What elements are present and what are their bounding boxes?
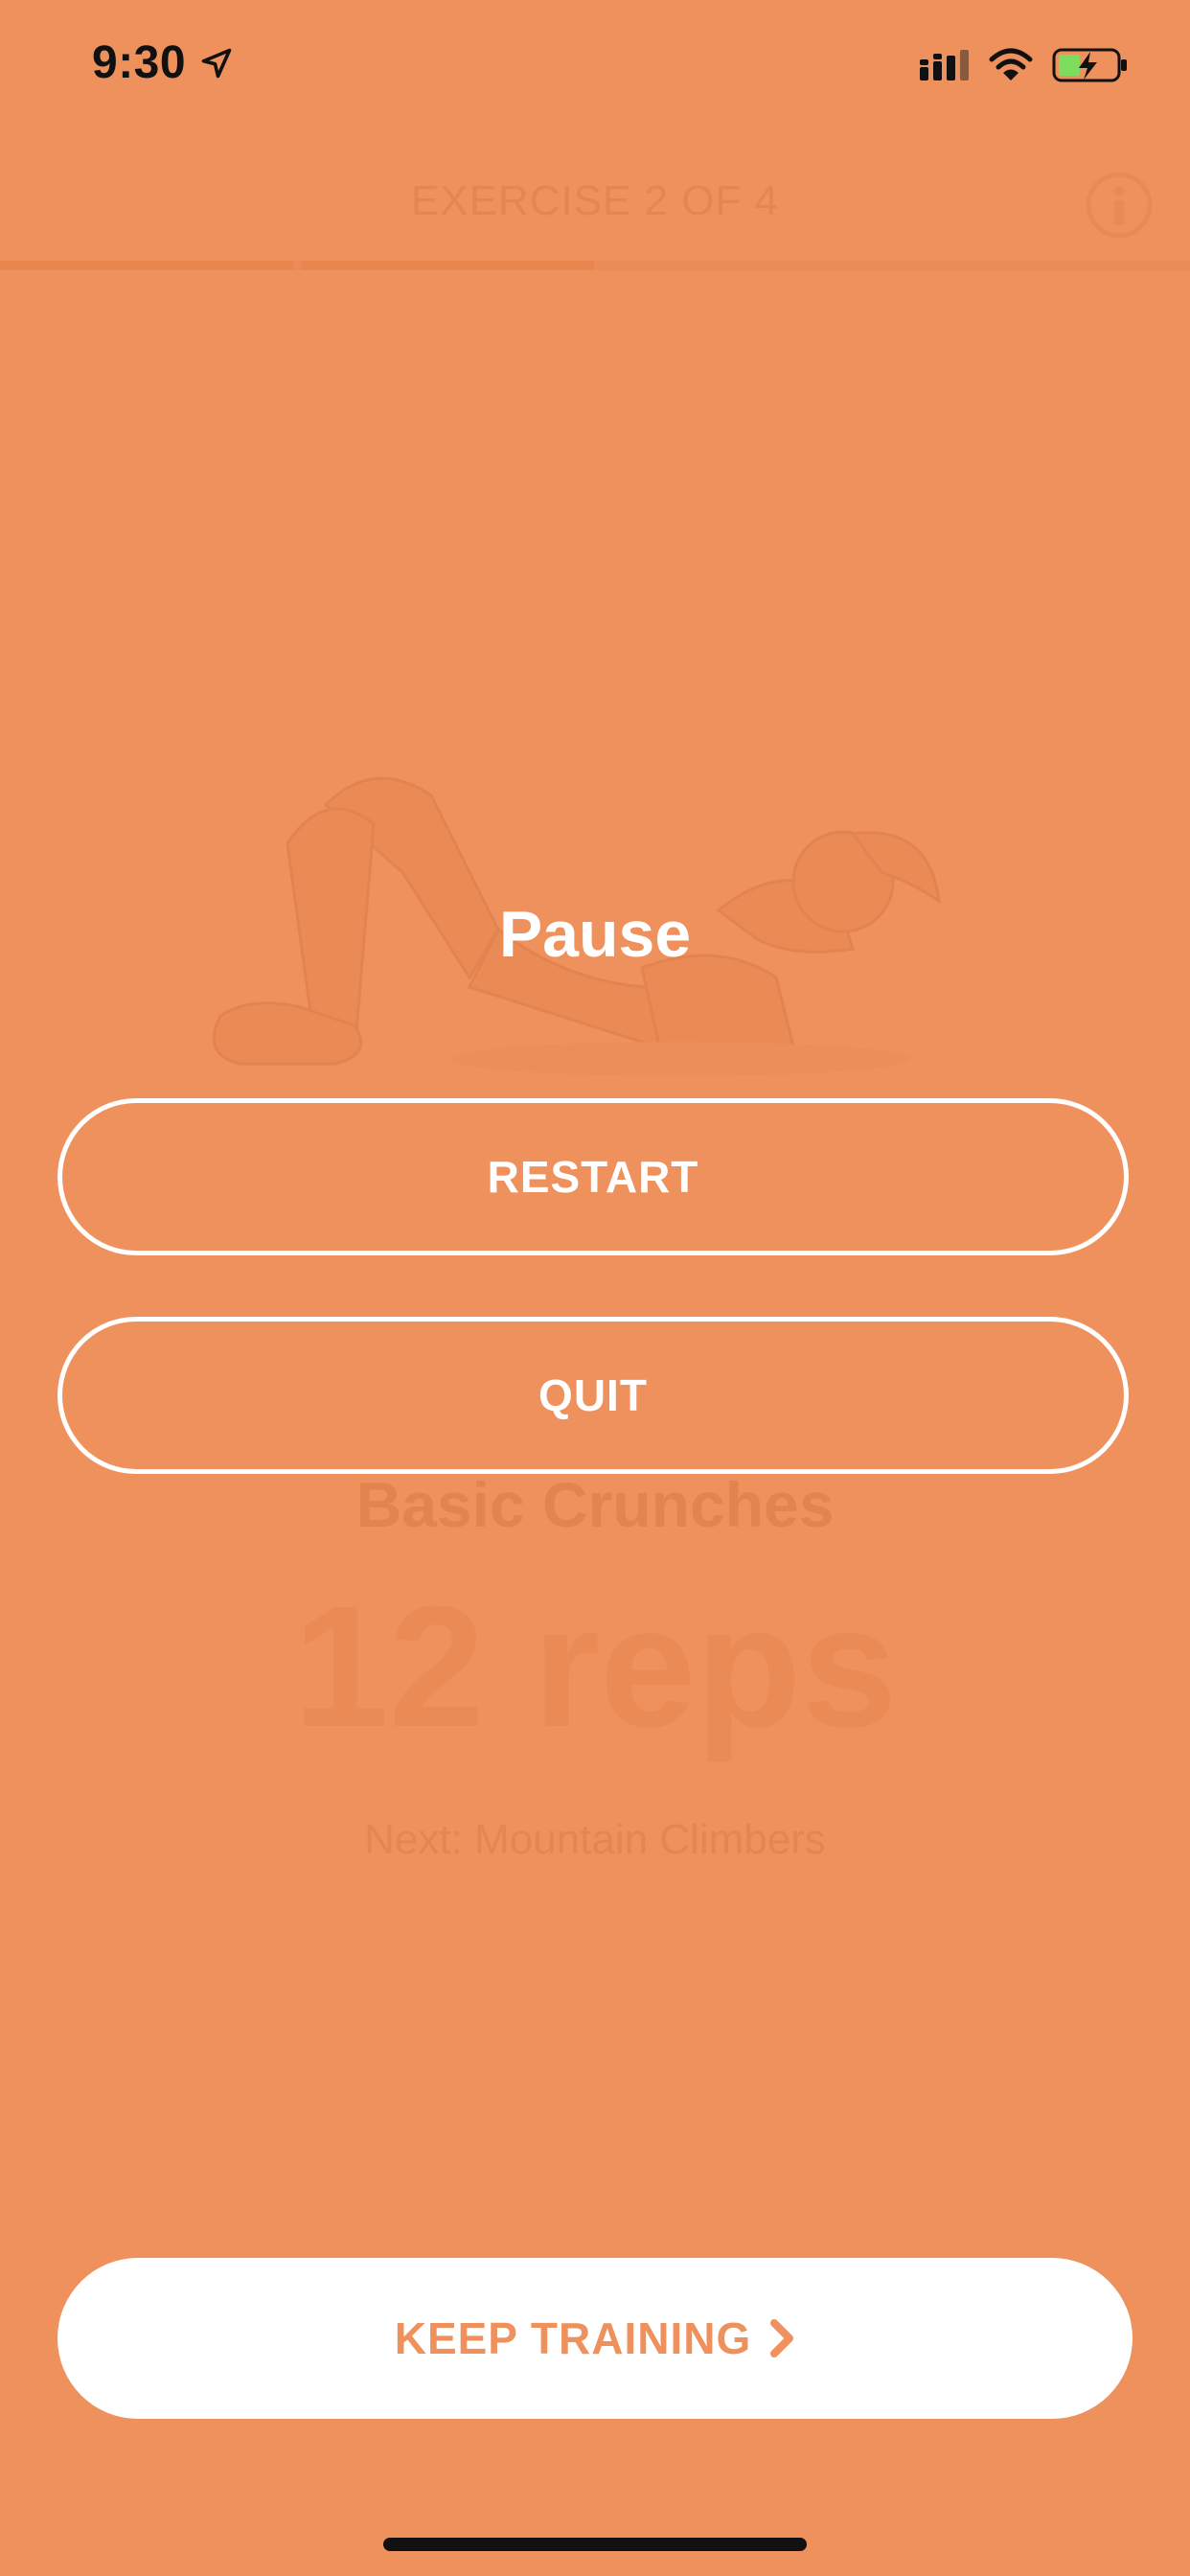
pause-title: Pause <box>498 898 692 971</box>
battery-charging-icon <box>1052 48 1127 82</box>
info-icon[interactable] <box>1085 171 1154 240</box>
next-exercise: Next: Mountain Climbers <box>364 1816 826 1863</box>
exercise-name: Basic Crunches <box>355 1469 835 1540</box>
location-arrow-icon <box>201 48 232 79</box>
status-time: 9:30 <box>92 37 187 88</box>
exercise-progress-bar <box>0 261 1190 270</box>
home-indicator[interactable] <box>383 2538 807 2551</box>
wifi-icon <box>989 48 1033 80</box>
reps-count: 12 reps <box>292 1571 898 1763</box>
restart-button[interactable]: RESTART <box>57 1098 1129 1255</box>
keep-training-label: KEEP TRAINING <box>394 2313 752 2363</box>
progress-segment <box>0 261 293 270</box>
pause-screen: 9:30 EXERCISE 2 OF 4 Basic Crunches 12 r… <box>0 0 1190 2576</box>
exercise-counter: EXERCISE 2 OF 4 <box>410 177 780 224</box>
quit-button[interactable]: QUIT <box>57 1317 1129 1474</box>
keep-training-button[interactable]: KEEP TRAINING <box>57 2258 1133 2419</box>
chevron-right-icon <box>770 2319 794 2358</box>
progress-segment <box>301 261 594 270</box>
cellular-signal-icon <box>920 50 969 80</box>
